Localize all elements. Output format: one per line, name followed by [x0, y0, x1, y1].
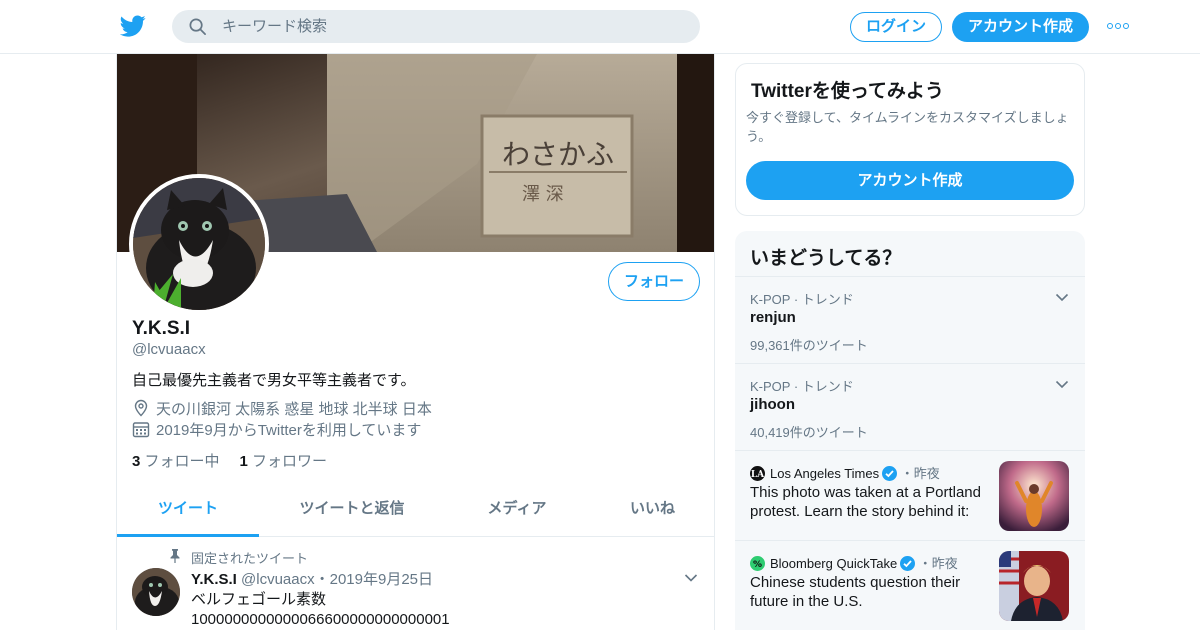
- signup-card-description: 今すぐ登録して、タイムラインをカスタマイズしましょう。: [746, 110, 1069, 144]
- pinned-label: 固定されたツイート: [191, 551, 309, 566]
- followers-count: 1: [239, 453, 248, 470]
- top-navigation-bar: ログイン アカウント作成: [0, 0, 1200, 54]
- tweet-avatar[interactable]: [132, 568, 180, 616]
- banner-sign-kanji: 澤 深: [522, 184, 564, 205]
- tweet-header: Y.K.S.I @lcvuaacx・2019年9月25日: [191, 568, 433, 589]
- tab-tweets-and-replies[interactable]: ツイートと返信: [259, 486, 445, 537]
- trend-name: jihoon: [750, 396, 795, 413]
- la-times-logo-icon: LA: [750, 466, 765, 481]
- twitter-bird-icon[interactable]: [120, 13, 146, 39]
- profile-handle: @lcvuaacx: [132, 341, 206, 358]
- trends-title: いまどうしてる？: [750, 248, 902, 269]
- pin-icon: [170, 549, 180, 563]
- search-bar[interactable]: [172, 10, 700, 43]
- trends-panel: いまどうしてる？ K-POP · トレンド renjun 99,361件のツイー…: [735, 231, 1085, 630]
- pinned-tweet[interactable]: 固定されたツイート Y.K.S.I @lcvuaacx・2019年9月25日 ベ…: [117, 538, 714, 630]
- location-pin-icon: [134, 399, 148, 417]
- news-thumbnail[interactable]: [999, 461, 1069, 531]
- chevron-down-icon[interactable]: [1055, 293, 1069, 302]
- profile-bio: 自己最優先主義者で男女平等主義者です。: [132, 372, 416, 389]
- tab-media[interactable]: メディア: [445, 486, 589, 537]
- following-label: フォロー中: [144, 453, 220, 470]
- svg-text:LA: LA: [751, 470, 765, 480]
- profile-tabs: ツイート ツイートと返信 メディア いいね: [117, 486, 714, 537]
- news-headline: Chinese students question their future i…: [750, 574, 961, 610]
- tweet-date[interactable]: ・2019年9月25日: [315, 571, 433, 588]
- trend-count: 40,419件のツイート: [750, 425, 868, 440]
- news-source: % Bloomberg QuickTake ・昨夜: [750, 553, 958, 572]
- verified-badge-icon: [882, 466, 898, 481]
- news-time: ・昨夜: [918, 556, 958, 571]
- tab-likes[interactable]: いいね: [589, 486, 714, 537]
- news-source-name: Bloomberg QuickTake: [770, 556, 898, 571]
- trend-count: 99,361件のツイート: [750, 338, 868, 353]
- followers-label: フォロワー: [252, 453, 328, 470]
- news-source: LA Los Angeles Times ・昨夜: [750, 463, 940, 482]
- news-item[interactable]: % Bloomberg QuickTake ・昨夜 Chinese student…: [735, 540, 1085, 630]
- trend-item[interactable]: K-POP · トレンド renjun 99,361件のツイート: [735, 276, 1085, 363]
- trend-name: renjun: [750, 309, 796, 326]
- signup-card: Twitterを使ってみよう 今すぐ登録して、タイムラインをカスタマイズしましょ…: [735, 63, 1085, 216]
- trend-item[interactable]: K-POP · トレンド jihoon 40,419件のツイート: [735, 363, 1085, 450]
- news-source-name: Los Angeles Times: [770, 466, 880, 481]
- signup-card-title: Twitterを使ってみよう: [751, 81, 944, 102]
- location-text: 天の川銀河 太陽系 惑星 地球 北半球 日本: [156, 401, 432, 418]
- tweet-text-line-2: 1000000000000066600000000000001: [191, 611, 450, 628]
- chevron-down-icon[interactable]: [684, 573, 698, 583]
- login-button[interactable]: ログイン: [850, 12, 942, 42]
- tab-tweets[interactable]: ツイート: [117, 486, 259, 537]
- news-thumbnail[interactable]: [999, 551, 1069, 621]
- follow-button[interactable]: フォロー: [608, 262, 700, 301]
- followers-stat[interactable]: 1 フォロワー: [240, 453, 328, 470]
- tweet-text-line-1: ベルフェゴール素数: [191, 591, 327, 608]
- verified-badge-icon: [900, 556, 916, 571]
- following-stat[interactable]: 3 フォロー中: [132, 453, 220, 470]
- profile-avatar[interactable]: [129, 174, 269, 314]
- following-count: 3: [132, 453, 141, 470]
- trend-context: K-POP · トレンド: [750, 379, 854, 394]
- news-item[interactable]: LA Los Angeles Times ・昨夜 This photo was t…: [735, 450, 1085, 540]
- trend-context: K-POP · トレンド: [750, 292, 854, 307]
- signup-card-button[interactable]: アカウント作成: [746, 161, 1074, 200]
- signup-button[interactable]: アカウント作成: [952, 12, 1089, 42]
- calendar-icon: [132, 422, 150, 438]
- search-icon: [189, 18, 206, 35]
- chevron-down-icon[interactable]: [1055, 380, 1069, 389]
- tweet-author-name[interactable]: Y.K.S.I: [191, 571, 237, 588]
- search-input[interactable]: [222, 10, 682, 43]
- tweet-author-handle[interactable]: @lcvuaacx: [241, 571, 315, 588]
- news-time: ・昨夜: [900, 466, 940, 481]
- profile-stats: 3 フォロー中 1 フォロワー: [132, 450, 327, 471]
- svg-text:%: %: [753, 560, 762, 570]
- more-options-icon[interactable]: [1107, 21, 1131, 31]
- news-headline: This photo was taken at a Portland prote…: [750, 484, 981, 520]
- join-date-text: 2019年9月からTwitterを利用しています: [156, 422, 422, 439]
- banner-sign-hiragana: わさかふ: [502, 138, 614, 171]
- tweet-text: ベルフェゴール素数 100000000000006660000000000000…: [191, 590, 450, 630]
- profile-display-name: Y.K.S.I: [132, 318, 191, 339]
- bloomberg-logo-icon: %: [750, 556, 765, 571]
- profile-timeline-column: わさかふ 澤 深 フォロー Y.K.S.I @lcvuaacx 自己最優先主義者…: [116, 54, 715, 630]
